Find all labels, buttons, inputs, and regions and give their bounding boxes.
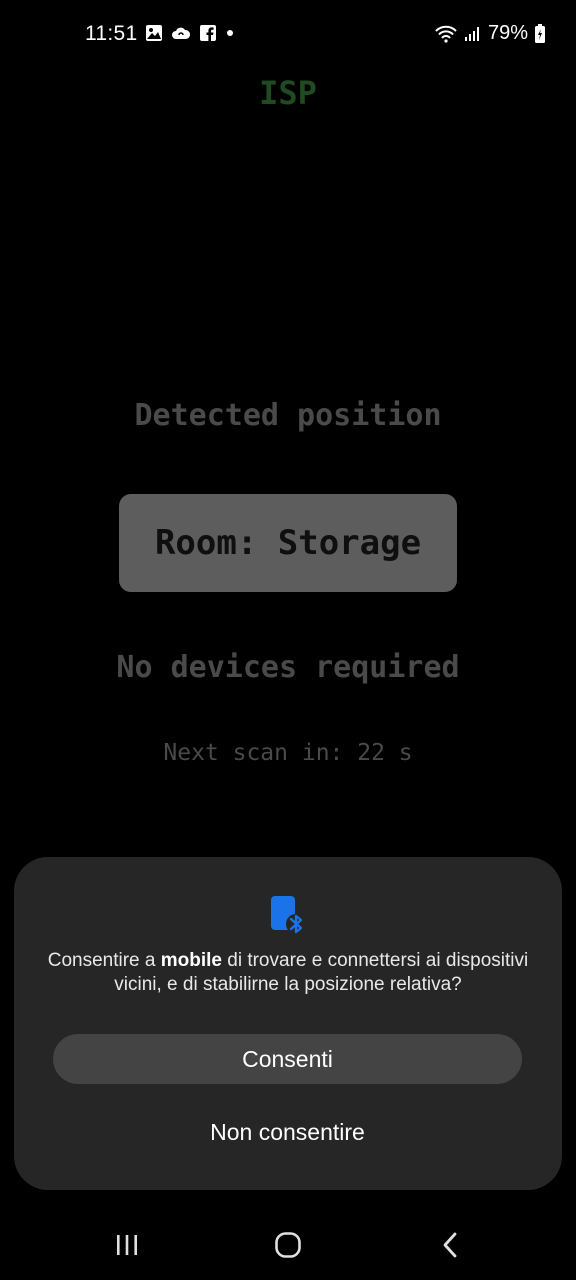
status-time: 11:51 bbox=[85, 22, 138, 45]
signal-icon bbox=[464, 26, 479, 41]
recent-apps-icon bbox=[117, 1235, 137, 1255]
room-display: Room: Storage bbox=[119, 494, 457, 592]
home-icon bbox=[275, 1232, 301, 1258]
dialog-message: Consentire a mobile di trovare e connett… bbox=[44, 949, 532, 997]
battery-icon bbox=[535, 23, 545, 43]
home-button[interactable] bbox=[268, 1228, 308, 1262]
recent-apps-button[interactable] bbox=[107, 1228, 147, 1262]
dialog-message-app: mobile bbox=[160, 950, 222, 971]
room-value: Room: Storage bbox=[154, 523, 422, 563]
deny-button[interactable]: Non consentire bbox=[53, 1107, 522, 1157]
dot-icon bbox=[227, 30, 233, 36]
detected-position-label: Detected position bbox=[134, 398, 442, 433]
nearby-devices-bluetooth-icon bbox=[271, 896, 306, 934]
cloud-icon bbox=[172, 27, 191, 39]
devices-status: No devices required bbox=[116, 650, 460, 685]
allow-button[interactable]: Consenti bbox=[53, 1034, 522, 1084]
facebook-icon bbox=[200, 25, 216, 41]
image-icon bbox=[146, 25, 162, 41]
wifi-icon bbox=[435, 25, 457, 43]
next-scan-countdown: Next scan in: 22 s bbox=[163, 740, 413, 766]
app-title: ISP bbox=[259, 74, 317, 112]
notification-icons bbox=[145, 24, 235, 42]
permission-dialog: Consentire a mobile di trovare e connett… bbox=[14, 857, 562, 1190]
status-bar: 11:51 79% bbox=[0, 0, 576, 70]
back-icon bbox=[443, 1232, 457, 1258]
battery-percentage: 79% bbox=[487, 22, 528, 44]
dialog-message-prefix: Consentire a bbox=[47, 950, 161, 971]
system-icons: 79% bbox=[434, 22, 546, 45]
back-button[interactable] bbox=[430, 1228, 470, 1262]
navigation-bar bbox=[0, 1210, 576, 1280]
